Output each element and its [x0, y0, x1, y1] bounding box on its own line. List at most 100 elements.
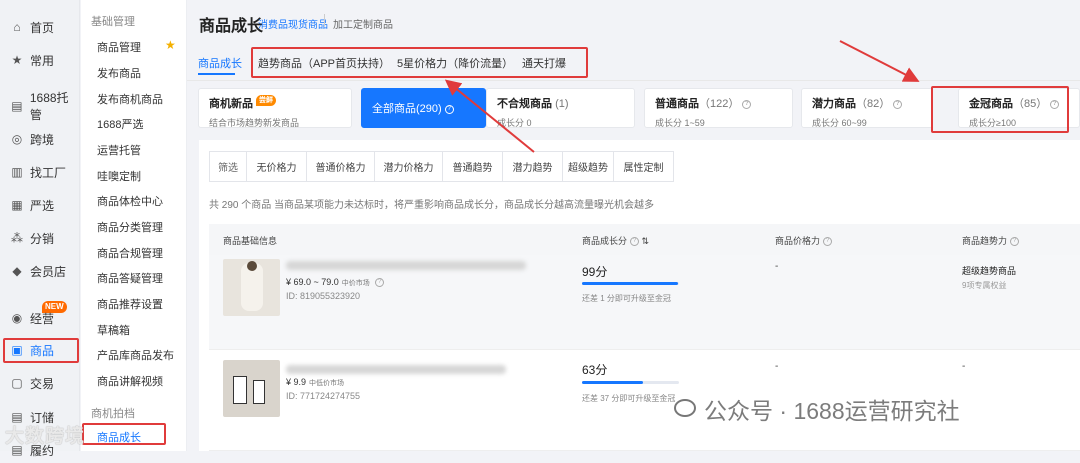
- growth-progress-fill: [582, 381, 644, 384]
- nav-item-hosting[interactable]: ▤ 1688托管: [0, 91, 80, 122]
- product-price: ¥ 69.0 ~ 79.0 中价市场 ?: [286, 277, 385, 288]
- product-title-blurred: [286, 365, 506, 374]
- market-level: 中低价市场: [309, 380, 345, 387]
- product-thumbnail[interactable]: [223, 259, 280, 316]
- col-header-label: 商品趋势力: [962, 236, 1008, 246]
- upgrade-hint: 还差 37 分即可升级至金冠: [582, 394, 676, 403]
- sub-nav-item[interactable]: 商品讲解视频: [97, 373, 163, 389]
- nav-item-trade[interactable]: ▢ 交易: [0, 370, 80, 396]
- card-normal[interactable]: 普通商品（122）? 成长分 1~59: [644, 88, 793, 128]
- sub-nav-item[interactable]: 草稿箱: [97, 322, 130, 338]
- nav-item-home[interactable]: ⌂ 首页: [0, 14, 80, 40]
- col-header-score[interactable]: 商品成长分? ⇅: [582, 234, 649, 247]
- card-opportunity-new[interactable]: 商机新品 尝鲜 结合市场趋势新发商品: [198, 88, 352, 128]
- card-title: 不合规商品: [497, 98, 552, 110]
- sub-nav-item[interactable]: 产品库商品发布: [97, 347, 174, 363]
- card-noncompliant[interactable]: 不合规商品 (1) 成长分 0: [486, 88, 635, 128]
- diamond-icon: ◆: [12, 264, 22, 278]
- help-icon[interactable]: ?: [742, 99, 752, 109]
- product-id: ID: 771724274755: [286, 391, 361, 401]
- filter-normal-price-power[interactable]: 普通价格力: [307, 152, 375, 181]
- tab-growth[interactable]: 商品成长: [198, 55, 242, 71]
- col-header-basic: 商品基础信息: [223, 236, 278, 246]
- nav-item-crossborder[interactable]: ◎ 跨境: [0, 126, 80, 152]
- nav-label: 首页: [30, 20, 55, 35]
- filter-attribute-custom[interactable]: 属性定制: [614, 152, 673, 181]
- watermark-2: 大数跨境: [5, 426, 86, 447]
- col-header-label: 商品成长分: [582, 236, 628, 246]
- sort-icon[interactable]: ⇅: [642, 236, 650, 246]
- sub-nav-item[interactable]: 商品管理: [97, 39, 141, 55]
- help-icon[interactable]: ?: [893, 99, 903, 109]
- filter-potential-price-power[interactable]: 潜力价格力: [375, 152, 443, 181]
- growth-progress-bar: [582, 381, 679, 384]
- favorite-star-icon[interactable]: ★: [165, 38, 176, 52]
- market-level: 中价市场: [341, 280, 370, 287]
- product-price: ¥ 9.9 中低价市场: [286, 377, 344, 388]
- home-icon: ⌂: [13, 20, 21, 34]
- nav-item-member-store[interactable]: ◆ 会员店: [0, 258, 80, 284]
- card-title: 普通商品: [655, 98, 699, 110]
- sub-nav-item[interactable]: 发布商品: [97, 65, 141, 81]
- nav-item-distribution[interactable]: ⁂ 分销: [0, 225, 80, 251]
- col-header-label: 商品价格力: [775, 236, 821, 246]
- nav-label: 1688托管: [29, 91, 69, 122]
- help-icon[interactable]: ?: [630, 237, 640, 247]
- nav-label: 找工厂: [30, 165, 67, 180]
- growth-progress-bar: [582, 282, 679, 285]
- shop-icon: ▦: [11, 198, 23, 212]
- card-sub: 成长分 0: [497, 118, 532, 128]
- price-value: ¥ 9.9: [286, 377, 307, 387]
- product-title-blurred: [286, 261, 526, 270]
- sub-nav-item[interactable]: 商品分类管理: [97, 219, 163, 235]
- taste-badge: 尝鲜: [256, 95, 276, 106]
- nav-label: 经营: [30, 311, 55, 326]
- trend-value: 超级趋势商品: [962, 266, 1017, 276]
- filter-no-price-power[interactable]: 无价格力: [247, 152, 307, 181]
- table-row[interactable]: ¥ 69.0 ~ 79.0 中价市场 ? ID: 819055323920 99分…: [209, 255, 1080, 350]
- annotation-box-subnav: [82, 423, 166, 445]
- product-thumbnail[interactable]: [223, 360, 280, 417]
- help-icon[interactable]: ?: [375, 278, 385, 288]
- sub-nav-item[interactable]: 发布商机商品: [97, 91, 163, 107]
- table-header: 商品基础信息 商品成长分? ⇅ 商品价格力? 商品趋势力?: [209, 224, 1080, 255]
- price-value: ¥ 69.0 ~ 79.0: [286, 277, 339, 287]
- col-header-trend-power: 商品趋势力?: [962, 234, 1020, 247]
- sub-nav-item[interactable]: 运营托管: [97, 142, 141, 158]
- card-title: 全部商品(290): [372, 103, 442, 115]
- nav-item-frequent[interactable]: ★ 常用: [0, 47, 80, 73]
- card-sub: 成长分 1~59: [655, 118, 705, 128]
- filter-potential-trend[interactable]: 潜力趋势: [503, 152, 563, 181]
- trade-icon: ▢: [11, 376, 23, 390]
- sub-nav-item[interactable]: 商品合规管理: [97, 245, 163, 261]
- header-link-custom[interactable]: 加工定制商品: [333, 16, 393, 31]
- col-header-price-power: 商品价格力?: [775, 234, 833, 247]
- nav-label: 常用: [30, 53, 55, 68]
- sub-nav-item[interactable]: 哇噢定制: [97, 168, 141, 184]
- annotation-box-crown: [931, 86, 1069, 133]
- sub-nav: 基础管理 商品管理 ★ 发布商品 发布商机商品 1688严选 运营托管 哇噢定制…: [81, 0, 187, 451]
- sub-nav-item[interactable]: 1688严选: [97, 116, 143, 132]
- header-link-consumer[interactable]: 消费品现货商品: [258, 16, 328, 31]
- header-divider: [324, 14, 325, 26]
- help-icon[interactable]: ?: [823, 237, 833, 247]
- sub-nav-item[interactable]: 商品体检中心: [97, 193, 163, 209]
- nav-item-select[interactable]: ▦ 严选: [0, 192, 80, 218]
- watermark: 公众号 · 1688运营研究社: [664, 392, 960, 426]
- card-all-products[interactable]: 全部商品(290)?: [361, 88, 486, 128]
- nav-item-operation[interactable]: ◉ 经营: [0, 305, 80, 331]
- nav-label: 交易: [30, 376, 55, 391]
- help-icon[interactable]: ?: [444, 104, 454, 114]
- help-icon[interactable]: ?: [1010, 237, 1020, 247]
- sub-nav-item[interactable]: 商品答疑管理: [97, 270, 163, 286]
- filter-normal-trend[interactable]: 普通趋势: [443, 152, 503, 181]
- factory-icon: ▥: [11, 165, 23, 179]
- card-sub: 成长分 60~99: [812, 118, 867, 128]
- sub-nav-item[interactable]: 商品推荐设置: [97, 296, 163, 312]
- product-id: ID: 819055323920: [286, 291, 361, 301]
- filter-super-trend[interactable]: 超级趋势: [563, 152, 614, 181]
- card-potential[interactable]: 潜力商品（82）? 成长分 60~99: [801, 88, 933, 128]
- star-icon: ★: [11, 53, 23, 67]
- nav-item-factory[interactable]: ▥ 找工厂: [0, 159, 80, 185]
- nav-label: 跨境: [30, 132, 55, 147]
